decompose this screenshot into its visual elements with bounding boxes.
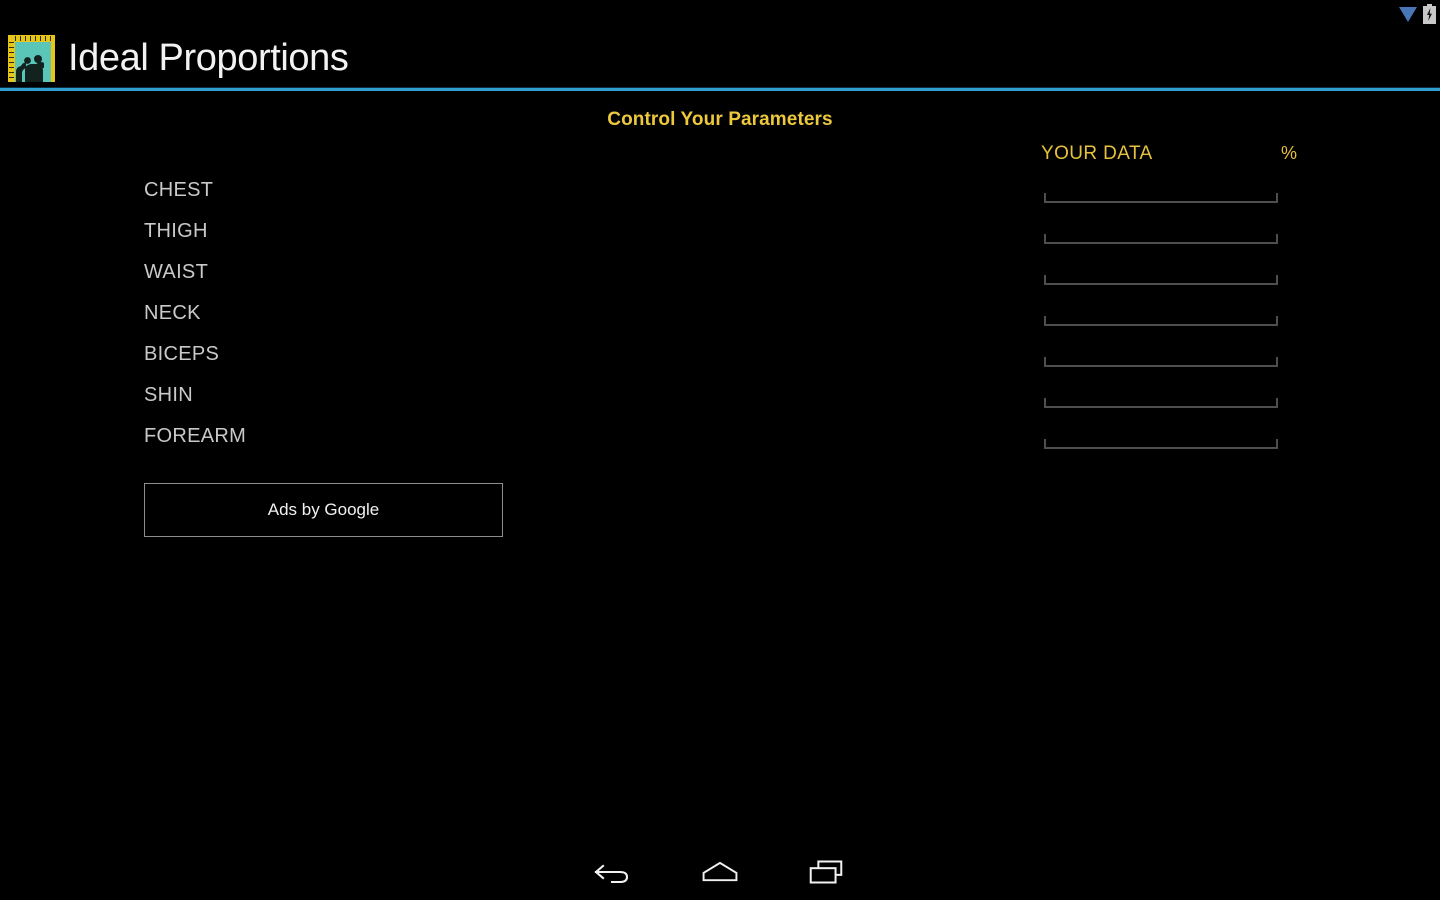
input-tick-right-chest <box>1276 193 1278 202</box>
main-content: Control Your Parameters YOUR DATA % CHES… <box>0 91 1440 844</box>
input-tick-right-shin <box>1276 398 1278 407</box>
nav-home-button[interactable] <box>693 850 747 894</box>
param-input-waist[interactable] <box>1044 249 1278 285</box>
android-navigation-bar <box>0 844 1440 900</box>
input-tick-left-thigh <box>1044 234 1046 243</box>
input-tick-left-waist <box>1044 275 1046 284</box>
input-tick-left-forearm <box>1044 439 1046 448</box>
param-label-shin: SHIN <box>144 384 193 406</box>
input-tick-left-chest <box>1044 193 1046 202</box>
param-input-forearm[interactable] <box>1044 413 1278 449</box>
input-tick-right-biceps <box>1276 357 1278 366</box>
page-title: Control Your Parameters <box>607 109 833 130</box>
download-indicator-icon <box>1399 7 1417 22</box>
input-tick-left-neck <box>1044 316 1046 325</box>
param-input-shin[interactable] <box>1044 372 1278 408</box>
param-label-forearm: FOREARM <box>144 425 247 447</box>
status-bar-icons <box>1399 3 1436 24</box>
app-title: Ideal Proportions <box>68 37 349 79</box>
param-input-neck[interactable] <box>1044 290 1278 326</box>
nav-recents-button[interactable] <box>799 850 853 894</box>
percent-unit-header: % <box>1281 143 1298 163</box>
param-label-neck: NECK <box>144 302 201 324</box>
ad-banner[interactable]: Ads by Google <box>144 483 503 537</box>
action-bar: Ideal Proportions <box>0 27 1440 89</box>
app-logo-icon <box>8 34 55 82</box>
status-bar <box>0 0 1440 27</box>
param-input-biceps[interactable] <box>1044 331 1278 367</box>
param-label-waist: WAIST <box>144 261 209 283</box>
battery-charging-icon <box>1423 3 1436 24</box>
param-input-thigh[interactable] <box>1044 208 1278 244</box>
param-label-chest: CHEST <box>144 179 214 201</box>
input-tick-left-biceps <box>1044 357 1046 366</box>
param-label-thigh: THIGH <box>144 220 208 242</box>
input-tick-left-shin <box>1044 398 1046 407</box>
nav-back-button[interactable] <box>587 850 641 894</box>
ad-banner-label: Ads by Google <box>267 500 380 519</box>
input-tick-right-neck <box>1276 316 1278 325</box>
param-label-biceps: BICEPS <box>144 343 220 365</box>
input-tick-right-waist <box>1276 275 1278 284</box>
input-tick-right-forearm <box>1276 439 1278 448</box>
input-tick-right-thigh <box>1276 234 1278 243</box>
your-data-column-header: YOUR DATA <box>1041 143 1153 164</box>
param-input-chest[interactable] <box>1044 167 1278 203</box>
